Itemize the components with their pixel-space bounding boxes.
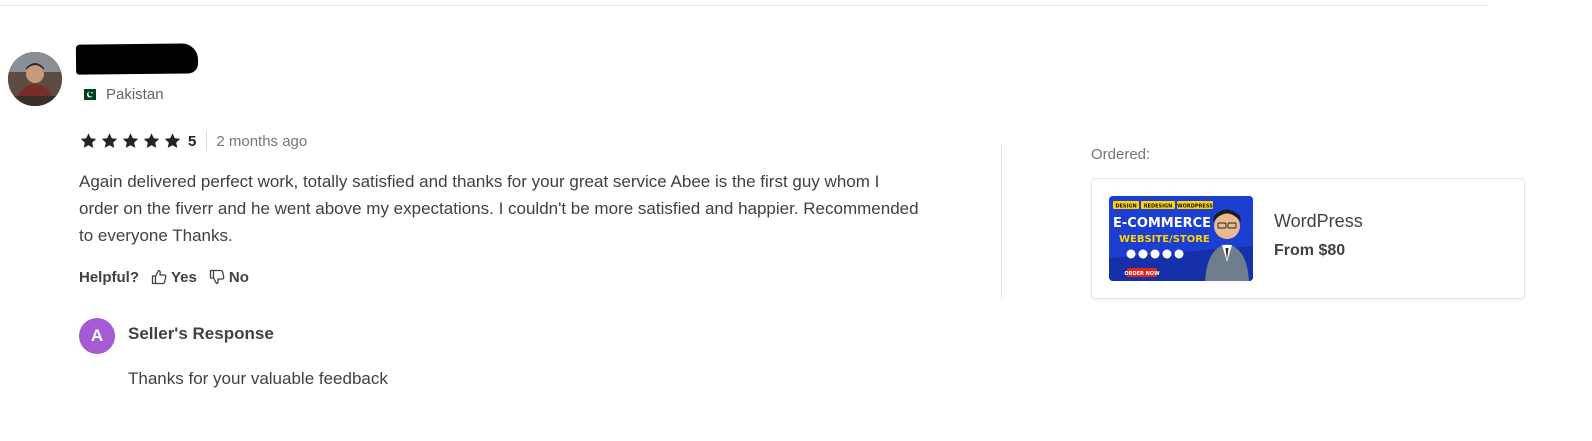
rating-divider	[206, 131, 208, 151]
gig-title[interactable]: WordPress	[1274, 211, 1363, 232]
section-divider	[1001, 145, 1002, 299]
thumb-tag: DESIGN	[1115, 204, 1136, 210]
helpful-yes-label: Yes	[171, 268, 197, 286]
helpful-no-label: No	[228, 268, 249, 286]
star-icon	[122, 133, 139, 148]
thumbs-up-icon	[151, 269, 167, 285]
rating-value: 5	[188, 132, 197, 150]
ordered-label: Ordered:	[1091, 146, 1151, 163]
seller-response-text: Thanks for your valuable feedback	[128, 369, 388, 388]
reviewer-country: Pakistan	[80, 86, 164, 103]
helpful-row: Helpful? Yes No	[79, 266, 261, 288]
rating-row: 5 2 months ago	[79, 131, 307, 151]
reviewer-avatar[interactable]	[8, 52, 62, 106]
review-text: Again delivered perfect work, totally sa…	[79, 172, 919, 245]
thumb-subheadline: WEBSITE/STORE	[1119, 234, 1210, 245]
seller-response-title: Seller's Response	[128, 324, 274, 343]
star-icon	[143, 133, 160, 148]
star-rating	[79, 132, 182, 150]
seller-avatar: A	[79, 318, 115, 354]
star-icon	[164, 133, 181, 148]
gig-price: From $80	[1274, 242, 1346, 259]
thumbs-down-icon	[209, 269, 225, 285]
avatar-photo	[8, 52, 62, 106]
gig-thumbnail-image: DESIGN REDESIGN WORDPRESS E-COMMERCE WEB…	[1109, 196, 1253, 281]
helpful-label: Helpful?	[79, 268, 139, 286]
star-icon	[80, 133, 97, 148]
star-icon	[101, 133, 118, 148]
ordered-gig-card[interactable]: DESIGN REDESIGN WORDPRESS E-COMMERCE WEB…	[1091, 178, 1525, 299]
thumb-tag: REDESIGN	[1144, 204, 1173, 210]
gig-thumbnail[interactable]: DESIGN REDESIGN WORDPRESS E-COMMERCE WEB…	[1109, 196, 1253, 281]
top-divider	[0, 5, 1488, 6]
country-name: Pakistan	[106, 86, 164, 103]
helpful-no-button[interactable]: No	[209, 269, 249, 286]
thumb-cta: ORDER NOW	[1124, 271, 1160, 277]
review-time: 2 months ago	[216, 132, 308, 150]
helpful-yes-button[interactable]: Yes	[151, 269, 197, 286]
thumb-tag: WORDPRESS	[1177, 204, 1213, 210]
redacted-username	[75, 43, 199, 75]
pakistan-flag-icon	[80, 89, 96, 100]
thumb-headline: E-COMMERCE	[1113, 216, 1211, 231]
